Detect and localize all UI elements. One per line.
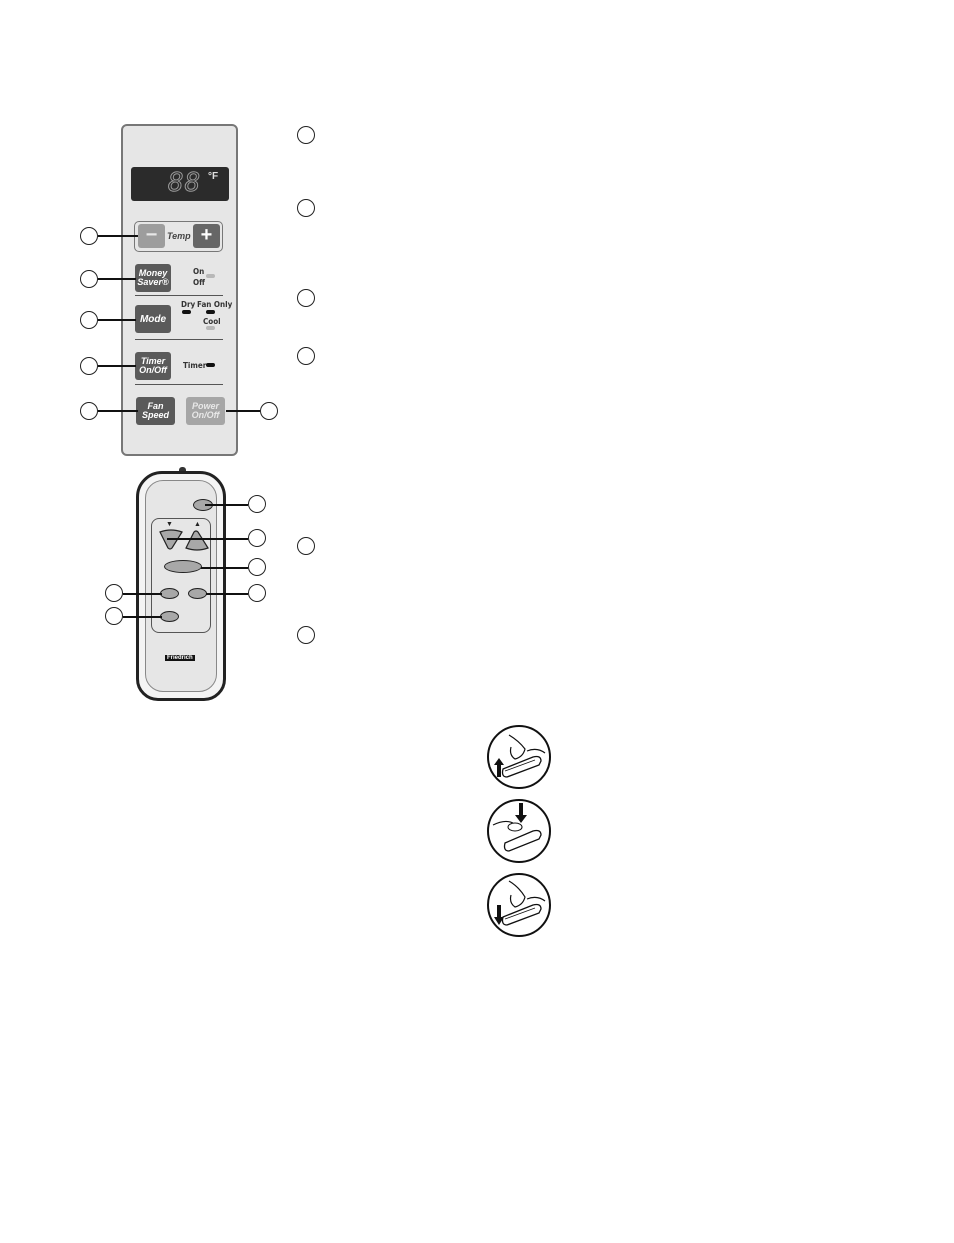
callout-circle (80, 270, 98, 288)
leader-line (98, 365, 136, 367)
temp-label: Temp (167, 231, 191, 241)
leader-line (201, 567, 248, 569)
remote-temp-up-button[interactable] (185, 530, 209, 551)
timer-button[interactable]: Timer On/Off (135, 352, 171, 380)
battery-step-insert-batteries (487, 799, 551, 863)
remote-down-arrow-label: ▼ (166, 521, 173, 528)
leader-line (98, 235, 138, 237)
callout-circle (248, 584, 266, 602)
leader-line (98, 319, 136, 321)
brand-logo: Friedrich (165, 655, 195, 661)
money-saver-indicator-led (206, 274, 215, 278)
leader-line (167, 538, 248, 540)
description-callout (297, 626, 315, 644)
display-digits: 88 (167, 168, 202, 199)
callout-circle (80, 227, 98, 245)
description-callout (297, 347, 315, 365)
remote-timer-button[interactable] (160, 611, 179, 622)
mode-fan-only-label: Fan Only (197, 300, 233, 309)
remote-money-saver-button[interactable] (188, 588, 207, 599)
callout-circle (80, 357, 98, 375)
remote-fan-button[interactable] (160, 588, 179, 599)
money-saver-button[interactable]: Money Saver® (135, 264, 171, 292)
leader-line (206, 593, 248, 595)
mode-dry-led (182, 310, 191, 314)
remote-temp-buttons (159, 529, 209, 551)
close-cover-illustration (494, 880, 546, 926)
battery-step-close-cover (487, 873, 551, 937)
insert-batteries-illustration (492, 803, 542, 852)
money-saver-on-label: On (193, 267, 205, 276)
leader-line (205, 504, 248, 506)
fan-speed-label-line2: Speed (141, 410, 169, 420)
temp-down-button[interactable]: − (138, 224, 165, 248)
callout-circle (80, 311, 98, 329)
temp-up-button[interactable]: + (193, 224, 220, 248)
fan-speed-button[interactable]: Fan Speed (136, 397, 175, 425)
remote-mode-button[interactable] (164, 560, 202, 573)
remote-temp-down-button[interactable] (159, 529, 183, 550)
callout-circle (105, 607, 123, 625)
leader-line (98, 278, 136, 280)
remote-up-arrow-label: ▲ (194, 521, 201, 528)
leader-line (123, 593, 162, 595)
mode-button[interactable]: Mode (135, 305, 171, 333)
mode-fan-only-led (206, 310, 215, 314)
callout-circle (80, 402, 98, 420)
callout-circle (248, 495, 266, 513)
description-callout (297, 537, 315, 555)
money-saver-off-label: Off (193, 278, 205, 287)
battery-step-open-cover (487, 725, 551, 789)
money-saver-label-line2: Saver® (137, 277, 169, 287)
description-callout (297, 289, 315, 307)
mode-cool-led (206, 326, 215, 330)
panel-divider (135, 339, 223, 340)
description-callout (297, 126, 315, 144)
panel-divider (135, 384, 223, 385)
mode-dry-label: Dry (181, 300, 196, 309)
timer-indicator-label: Timer (183, 361, 207, 370)
power-label-line2: On/Off (191, 410, 220, 420)
mode-label: Mode (139, 313, 167, 325)
callout-circle (248, 529, 266, 547)
mode-cool-label: Cool (203, 317, 221, 326)
arrow-down-icon (515, 803, 527, 823)
panel-divider (135, 295, 223, 296)
timer-led (206, 363, 215, 367)
leader-line (226, 410, 260, 412)
display-unit: °F (208, 171, 219, 182)
power-button[interactable]: Power On/Off (186, 397, 225, 425)
callout-circle (260, 402, 278, 420)
description-callout (297, 199, 315, 217)
open-cover-illustration (494, 734, 546, 778)
timer-label-line2: On/Off (139, 365, 167, 375)
leader-line (123, 616, 162, 618)
callout-circle (105, 584, 123, 602)
leader-line (98, 410, 138, 412)
callout-circle (248, 558, 266, 576)
